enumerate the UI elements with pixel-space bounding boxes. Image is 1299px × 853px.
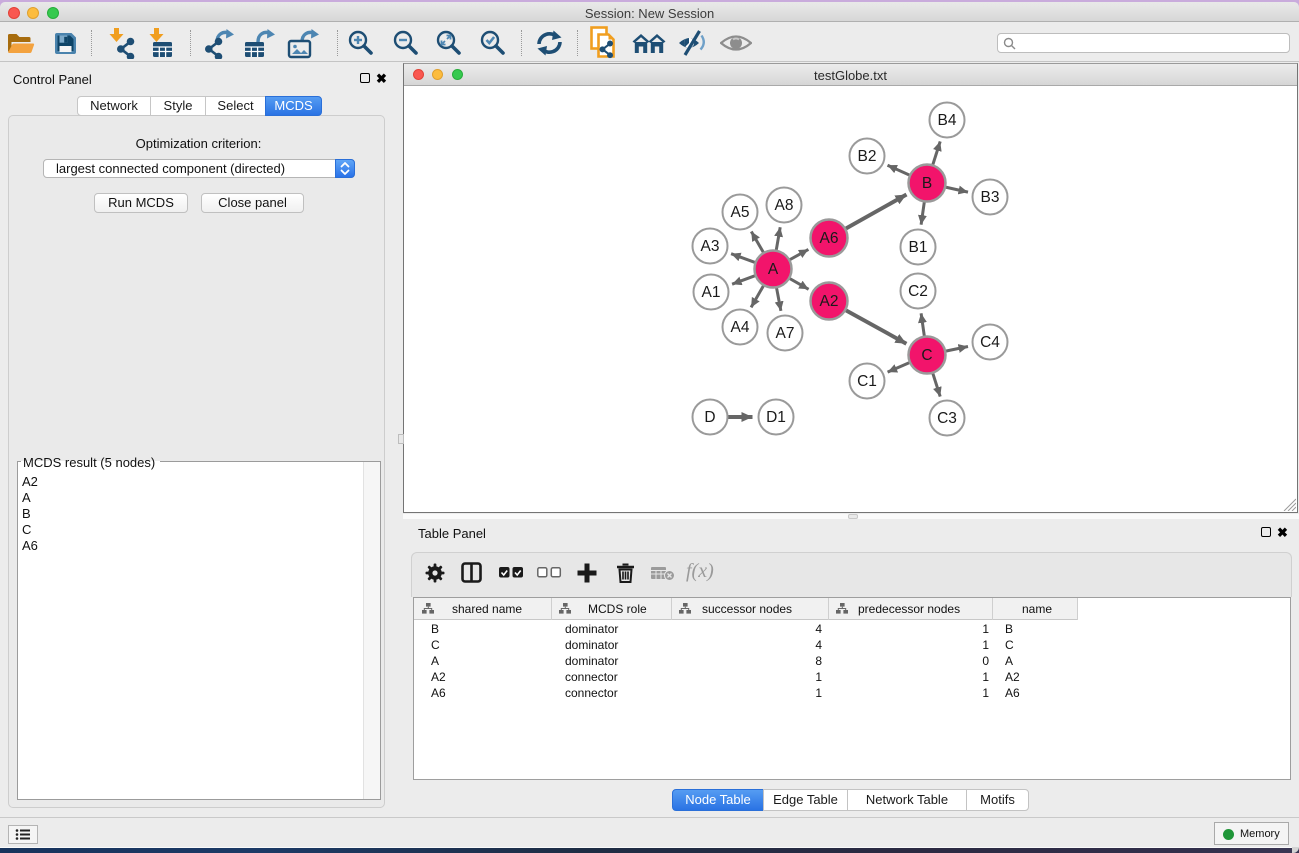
svg-text:A: A [768,261,779,278]
svg-text:D1: D1 [766,409,786,426]
svg-text:A2: A2 [820,293,839,310]
svg-text:A6: A6 [820,230,839,247]
svg-text:A3: A3 [701,238,720,255]
svg-text:C: C [921,347,932,364]
svg-text:B2: B2 [858,148,877,165]
svg-text:B: B [922,175,932,192]
svg-text:B4: B4 [938,112,957,129]
svg-text:D: D [704,409,715,426]
svg-text:A1: A1 [702,284,721,301]
svg-text:C4: C4 [980,334,1000,351]
svg-text:B3: B3 [981,189,1000,206]
svg-text:A7: A7 [776,325,795,342]
svg-text:C2: C2 [908,283,928,300]
svg-text:B1: B1 [909,239,928,256]
svg-text:C3: C3 [937,410,957,427]
svg-text:C1: C1 [857,373,877,390]
svg-text:A8: A8 [775,197,794,214]
svg-text:A4: A4 [731,319,750,336]
svg-text:A5: A5 [731,204,750,221]
